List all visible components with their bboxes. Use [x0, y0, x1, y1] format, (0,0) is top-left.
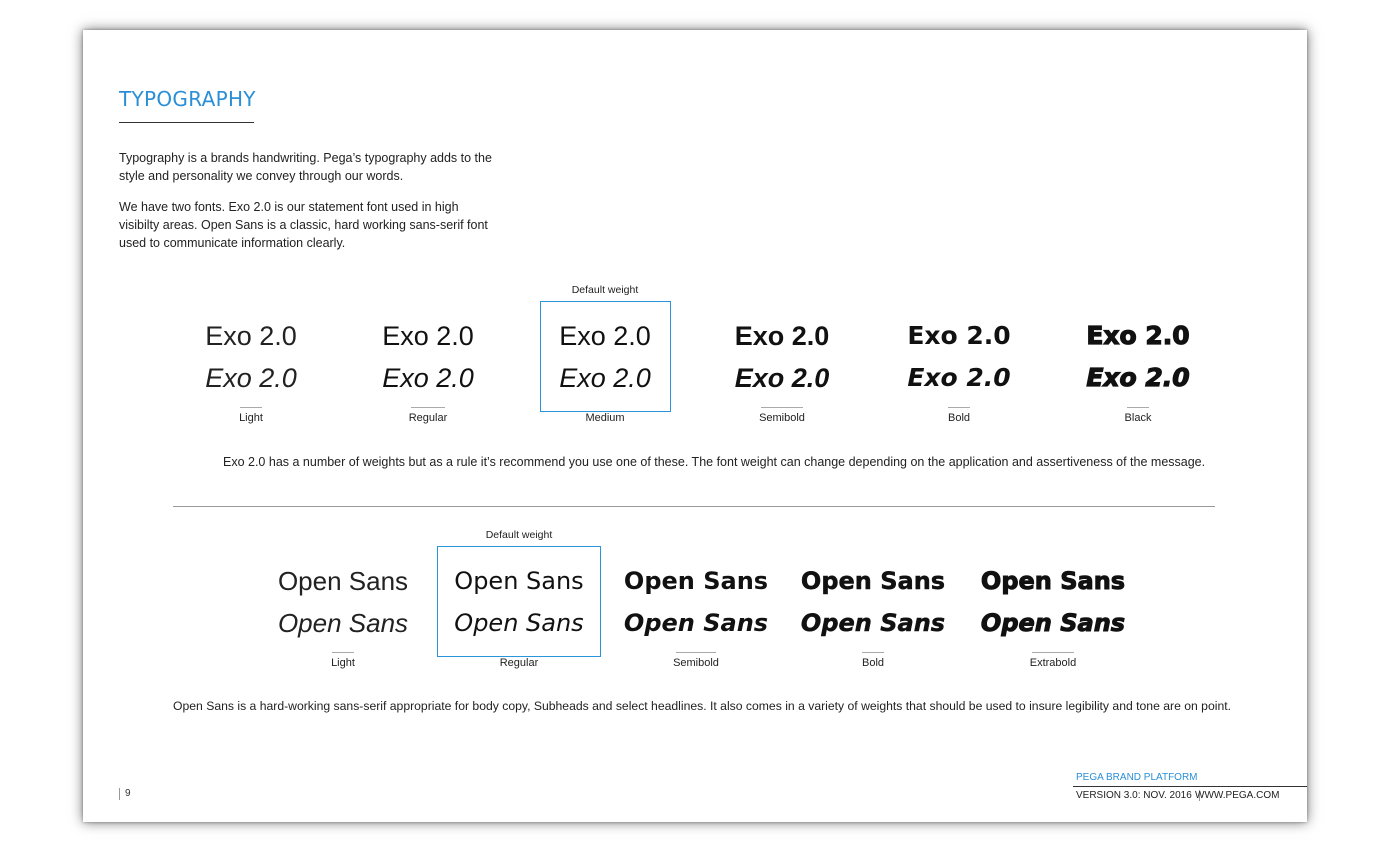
- tick-mark: [332, 652, 354, 653]
- opensans-extrabold-specimen: Open Sans Open Sans Extrabold: [968, 560, 1138, 670]
- opensans-bold-italic: Open Sans: [800, 609, 946, 638]
- exo-default-weight-label: Default weight: [571, 284, 639, 296]
- exo-weight-label-bold: Bold: [947, 412, 971, 424]
- tick-mark: [1032, 652, 1074, 653]
- exo-medium-upright: Exo 2.0: [559, 321, 651, 351]
- exo-semibold-upright: Exo 2.0: [734, 321, 830, 351]
- exo-bold-upright: Exo 2.0: [907, 321, 1011, 350]
- exo-bold-italic: Exo 2.0: [907, 363, 1011, 392]
- tick-mark: [411, 407, 445, 408]
- page-number: 9: [119, 788, 131, 800]
- exo-regular-specimen: Exo 2.0 Exo 2.0 Regular: [368, 315, 488, 424]
- exo-weight-label-medium: Medium: [585, 412, 625, 424]
- title-underline: [119, 122, 254, 123]
- exo-black-specimen: Exo 2.0 Exo 2.0 Black: [1078, 315, 1198, 424]
- footer-brand: PEGA BRAND PLATFORM: [1076, 772, 1198, 783]
- footer-rule: [1073, 786, 1307, 787]
- exo-medium-specimen: Exo 2.0 Exo 2.0 Medium: [545, 315, 665, 424]
- tick-mark: [240, 407, 262, 408]
- exo-regular-italic: Exo 2.0: [382, 363, 474, 393]
- exo-bold-specimen: Exo 2.0 Exo 2.0 Bold: [899, 315, 1019, 424]
- tick-mark: [1127, 407, 1149, 408]
- exo-weight-label-regular: Regular: [408, 412, 448, 424]
- exo-semibold-specimen: Exo 2.0 Exo 2.0 Semibold: [722, 315, 842, 424]
- opensans-weight-label-light: Light: [331, 657, 355, 669]
- opensans-semibold-specimen: Open Sans Open Sans Semibold: [616, 560, 776, 669]
- section-divider: [173, 506, 1215, 507]
- opensans-extrabold-italic: Open Sans: [980, 609, 1126, 638]
- exo-black-upright: Exo 2.0: [1086, 320, 1191, 350]
- opensans-caption: Open Sans is a hard-working sans-serif a…: [173, 699, 1231, 713]
- exo-weight-label-black: Black: [1124, 412, 1152, 424]
- exo-light-italic: Exo 2.0: [205, 363, 297, 393]
- opensans-extrabold-upright: Open Sans: [980, 567, 1126, 596]
- opensans-regular-specimen: Open Sans Open Sans Regular: [439, 560, 599, 669]
- opensans-weight-label-bold: Bold: [861, 657, 885, 669]
- opensans-bold-specimen: Open Sans Open Sans Bold: [793, 560, 953, 669]
- opensans-weight-label-semibold: Semibold: [673, 657, 719, 669]
- opensans-regular-italic: Open Sans: [454, 609, 584, 637]
- exo-caption: Exo 2.0 has a number of weights but as a…: [223, 455, 1206, 469]
- opensans-semibold-upright: Open Sans: [623, 567, 769, 595]
- exo-semibold-italic: Exo 2.0: [734, 363, 830, 393]
- intro-paragraph-1: Typography is a brands handwriting. Pega…: [119, 151, 492, 183]
- exo-medium-italic: Exo 2.0: [559, 363, 651, 393]
- document-page: TYPOGRAPHY Typography is a brands handwr…: [83, 30, 1307, 822]
- opensans-weight-label-extrabold: Extrabold: [1029, 657, 1077, 669]
- opensans-light-upright: Open Sans: [277, 566, 409, 596]
- footer-version: VERSION 3.0: NOV. 2016: [1076, 790, 1200, 801]
- tick-mark: [761, 407, 803, 408]
- exo-light-specimen: Exo 2.0 Exo 2.0 Light: [191, 315, 311, 424]
- exo-light-upright: Exo 2.0: [205, 321, 297, 351]
- footer-url[interactable]: WWW.PEGA.COM: [1195, 790, 1279, 801]
- opensans-default-weight-label: Default weight: [485, 529, 553, 541]
- page-title: TYPOGRAPHY: [119, 87, 256, 111]
- exo-weight-label-semibold: Semibold: [759, 412, 805, 424]
- intro-paragraph-2: We have two fonts. Exo 2.0 is our statem…: [119, 200, 488, 250]
- exo-weight-label-light: Light: [239, 412, 263, 424]
- exo-black-italic: Exo 2.0: [1086, 362, 1191, 392]
- tick-mark: [862, 652, 884, 653]
- opensans-bold-upright: Open Sans: [800, 567, 946, 596]
- exo-regular-upright: Exo 2.0: [382, 321, 474, 351]
- opensans-weight-label-regular: Regular: [499, 657, 539, 669]
- opensans-regular-upright: Open Sans: [454, 567, 584, 595]
- opensans-light-specimen: Open Sans Open Sans Light: [263, 560, 423, 669]
- opensans-semibold-italic: Open Sans: [623, 609, 769, 637]
- tick-mark: [676, 652, 716, 653]
- opensans-light-italic: Open Sans: [277, 608, 409, 638]
- tick-mark: [948, 407, 970, 408]
